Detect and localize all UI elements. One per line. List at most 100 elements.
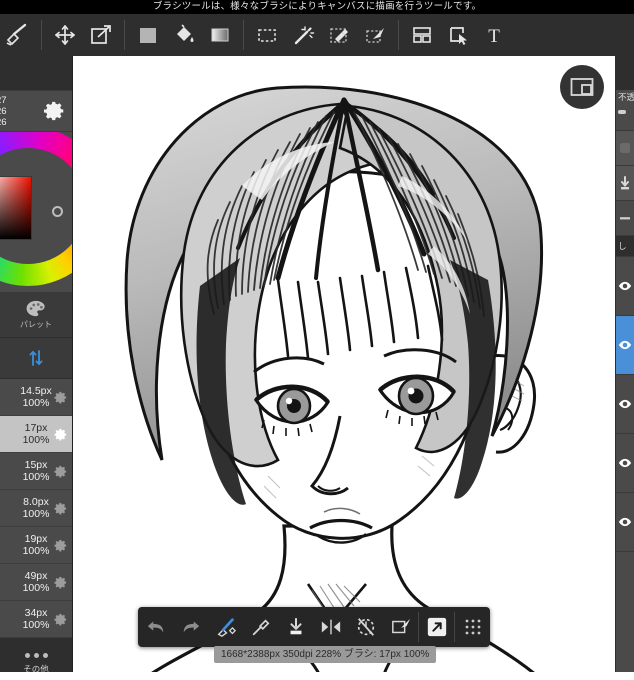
top-toolbar: T [0,14,634,57]
hue-selector-handle[interactable] [52,206,63,217]
toolbar-group-fill [130,14,238,56]
tool-select-pen[interactable] [321,17,357,53]
brush-settings-gear-icon[interactable] [53,501,68,516]
toolbar-group-select [249,14,393,56]
brush-size: 49px [24,570,48,582]
eyedropper-icon [252,619,269,636]
undo-button[interactable] [138,607,173,647]
left-sidebar: 27 26 26 パレット [0,56,73,680]
minus-icon [620,217,630,220]
merge-layer-button[interactable] [278,607,313,647]
tool-panel-split[interactable] [404,17,440,53]
tool-brush[interactable] [0,17,36,53]
fullscreen-button[interactable] [419,607,454,647]
tool-move[interactable] [47,17,83,53]
tool-gradient[interactable] [202,17,238,53]
eye-visible-icon[interactable] [618,281,632,291]
grid-menu-button[interactable] [455,607,490,647]
brush-settings-gear-icon[interactable] [53,390,68,405]
layer-row[interactable] [616,493,634,552]
eraser-icon [391,618,410,634]
toolbar-separator-4 [398,20,399,50]
undo-icon [147,621,163,633]
brush-opacity: 100% [22,619,50,631]
eraser-button[interactable] [383,607,418,647]
brush-item[interactable]: 19px 100% [0,527,72,564]
color-swap-button[interactable] [0,338,72,379]
transform-icon [91,25,111,44]
eye-visible-icon[interactable] [618,458,632,468]
layer-opacity-slider[interactable] [618,110,626,114]
bottom-white-strip [0,672,634,680]
merge-down-icon [621,176,629,190]
cursor-icon [450,27,467,45]
brush-opacity: 100% [22,545,50,557]
brush-settings-gear-icon[interactable] [53,575,68,590]
brush-tool-icon [217,618,236,637]
brush-opacity: 100% [22,508,50,520]
stabilizer-button[interactable] [348,607,383,647]
fullscreen-icon [427,617,446,637]
drawing-canvas[interactable] [72,56,616,680]
color-wheel[interactable] [0,132,72,293]
tool-cursor[interactable] [440,17,476,53]
tool-select-eraser[interactable] [357,17,393,53]
layer-row[interactable] [616,434,634,493]
layer-row[interactable] [616,375,634,434]
brush-item[interactable]: 14.5px 100% [0,379,72,416]
brush-settings-gear-icon[interactable] [53,612,68,627]
brush-item[interactable]: 34px 100% [0,601,72,638]
layer-delete-button[interactable] [616,201,634,236]
brush-settings-gear-icon[interactable] [53,538,68,553]
svg-text:T: T [488,26,500,47]
ellipsis-icon [24,653,48,658]
tool-text[interactable]: T [476,17,512,53]
brush-item[interactable]: 8.0px 100% [0,490,72,527]
rgb-value-r: 27 [0,94,7,106]
eyedropper-button[interactable] [243,607,278,647]
gradient-icon [211,28,229,42]
layer-opacity-label: 不透 [618,92,634,102]
brush-size: 15px [24,459,48,471]
toolbar-group-draw [0,14,36,56]
color-settings-gear-icon[interactable] [44,100,66,122]
tooltip-bar: ブラシツールは、様々なブラシによりキャンバスに描画を行うツールです。 [0,0,634,14]
merge-down-icon [289,617,302,635]
tool-bucket[interactable] [166,17,202,53]
brush-item[interactable]: 17px 100% [0,416,72,453]
toolbar-separator-1 [41,20,42,50]
brush-opacity: 100% [22,397,50,409]
tool-fill-rect[interactable] [130,17,166,53]
tool-magic-wand[interactable] [285,17,321,53]
bucket-icon [177,24,194,42]
brush-size: 8.0px [23,496,49,508]
saturation-value-square[interactable] [0,176,32,240]
toolbar-group-transform [47,14,119,56]
layer-row[interactable] [616,316,634,375]
text-icon: T [488,26,500,47]
flip-horizontal-button[interactable] [313,607,348,647]
fill-rect-icon [140,28,156,43]
brush-settings-gear-icon[interactable] [53,427,68,442]
toolbar-group-misc: T [404,14,512,56]
brush-tool-button[interactable] [208,607,243,647]
layer-add-button[interactable] [616,131,634,166]
layer-opacity-control[interactable]: 不透 [616,90,634,131]
palette-button[interactable]: パレット [0,293,72,338]
layer-blend-mode[interactable]: し [616,236,634,257]
move-icon [55,25,75,45]
redo-button[interactable] [173,607,208,647]
brush-item[interactable]: 15px 100% [0,453,72,490]
tool-transform[interactable] [83,17,119,53]
eye-visible-icon[interactable] [618,340,632,350]
brush-item[interactable]: 49px 100% [0,564,72,601]
layer-row[interactable] [616,257,634,316]
brush-settings-gear-icon[interactable] [53,464,68,479]
tool-marquee[interactable] [249,17,285,53]
eye-visible-icon[interactable] [618,399,632,409]
color-values-row[interactable]: 27 26 26 [0,91,72,132]
brush-opacity: 100% [22,582,50,594]
navigator-button[interactable] [560,65,604,109]
eye-visible-icon[interactable] [618,517,632,527]
layer-merge-down-button[interactable] [616,166,634,201]
